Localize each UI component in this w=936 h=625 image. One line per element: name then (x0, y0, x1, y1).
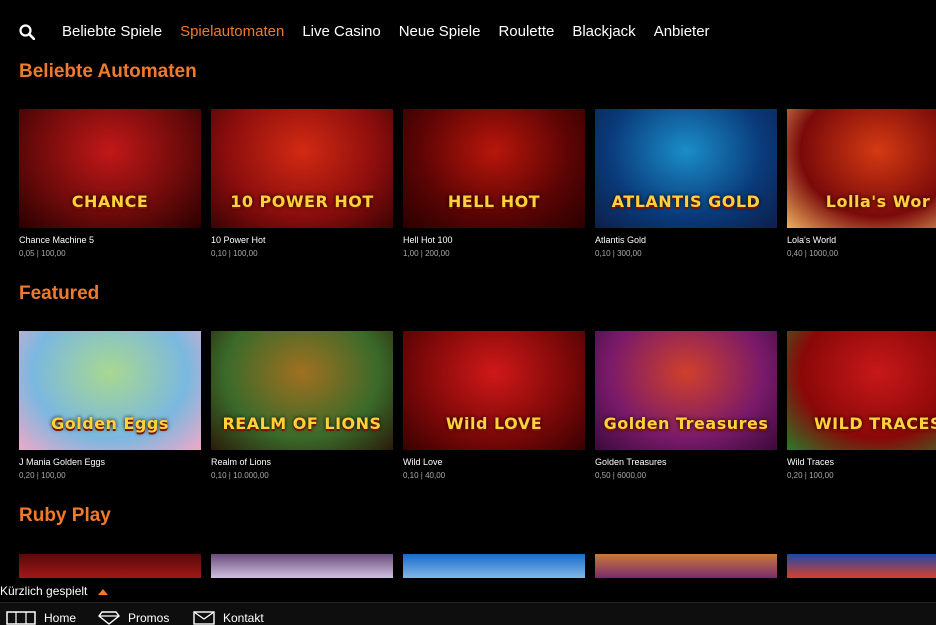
game-logo-text: REALM OF LIONS (222, 414, 382, 433)
game-stake-range: 0,10 | 10.000,00 (211, 471, 269, 480)
game-thumbnail[interactable]: Wild LOVE (403, 331, 585, 450)
envelope-icon (193, 611, 215, 625)
game-logo-text: Golden Eggs (51, 414, 169, 433)
game-name: Wild Love (403, 457, 443, 467)
game-thumbnail[interactable]: ATLANTIS GOLD (595, 109, 777, 228)
nav-menu: Beliebte Spiele Spielautomaten Live Casino… (62, 23, 728, 40)
game-row-ruby-play (19, 554, 936, 578)
game-logo-text: Wild LOVE (445, 414, 543, 433)
nav-item-roulette[interactable]: Roulette (498, 23, 554, 40)
game-thumbnail[interactable] (403, 554, 585, 578)
search-icon[interactable] (19, 24, 35, 40)
game-logo-text: 10 POWER HOT (230, 192, 374, 211)
game-stake-range: 0,10 | 40,00 (403, 471, 446, 480)
section-title-featured: Featured (19, 283, 100, 304)
game-stake-range: 0,50 | 6000,00 (595, 471, 647, 480)
bottom-nav-kontakt[interactable]: Kontakt (193, 611, 264, 625)
game-stake-range: 0,05 | 100,00 (19, 249, 66, 258)
game-stake-range: 0,10 | 100,00 (211, 249, 258, 258)
game-thumbnail[interactable]: Golden Treasures (595, 331, 777, 450)
game-card[interactable]: ATLANTIS GOLD Atlantis Gold 0,10 | 300,00 (595, 109, 777, 258)
game-stake-range: 0,20 | 100,00 (787, 471, 834, 480)
nav-item-spielautomaten[interactable]: Spielautomaten (180, 23, 284, 40)
bottom-navigation: Home Promos Kontakt (0, 602, 936, 625)
section-title-beliebte-automaten: Beliebte Automaten (19, 61, 197, 82)
game-logo-text: Golden Treasures (603, 414, 769, 433)
game-name: Golden Treasures (595, 457, 667, 467)
game-name: Hell Hot 100 (403, 235, 453, 245)
section-title-ruby-play: Ruby Play (19, 505, 111, 526)
game-card[interactable]: HELL HOT Hell Hot 100 1,00 | 200,00 (403, 109, 585, 258)
game-thumbnail[interactable]: WILD TRACES (787, 331, 936, 450)
recently-played-label: Kürzlich gespielt (0, 584, 88, 598)
game-thumbnail[interactable]: CHANCE (19, 109, 201, 228)
game-name: 10 Power Hot (211, 235, 266, 245)
game-name: Lola's World (787, 235, 837, 245)
nav-item-anbieter[interactable]: Anbieter (654, 23, 710, 40)
game-card[interactable]: Wild LOVE Wild Love 0,10 | 40,00 (403, 331, 585, 480)
nav-item-live-casino[interactable]: Live Casino (302, 23, 380, 40)
game-thumbnail[interactable] (595, 554, 777, 578)
game-name: Realm of Lions (211, 457, 272, 467)
slot-machine-icon (6, 611, 36, 625)
game-stake-range: 0,10 | 300,00 (595, 249, 642, 258)
game-card[interactable]: REALM OF LIONS Realm of Lions 0,10 | 10.00… (211, 331, 393, 480)
nav-item-blackjack[interactable]: Blackjack (572, 23, 635, 40)
game-name: Wild Traces (787, 457, 835, 467)
game-logo-text: WILD TRACES (814, 414, 936, 433)
game-name: Chance Machine 5 (19, 235, 95, 245)
game-thumbnail[interactable] (787, 554, 936, 578)
game-logo-text: Lolla's Wor (825, 192, 931, 211)
nav-item-beliebte-spiele[interactable]: Beliebte Spiele (62, 23, 162, 40)
game-card[interactable]: CHANCE Chance Machine 5 0,05 | 100,00 (19, 109, 201, 258)
game-stake-range: 0,20 | 100,00 (19, 471, 66, 480)
game-logo-text: CHANCE (71, 192, 149, 211)
game-name: J Mania Golden Eggs (19, 457, 106, 467)
bottom-nav-kontakt-label: Kontakt (223, 611, 264, 625)
game-row-featured: Golden Eggs J Mania Golden Eggs 0,20 | 100… (19, 331, 936, 480)
game-logo-text: HELL HOT (447, 192, 541, 211)
game-card[interactable]: WILD TRACES Wild Traces 0,20 | 100,00 (787, 331, 936, 480)
top-navigation: Beliebte Spiele Spielautomaten Live Casino… (0, 0, 936, 64)
chevron-up-icon[interactable] (98, 589, 108, 595)
nav-item-neue-spiele[interactable]: Neue Spiele (399, 23, 481, 40)
game-card[interactable]: 10 POWER HOT 10 Power Hot 0,10 | 100,00 (211, 109, 393, 258)
game-row-beliebte-automaten: CHANCE Chance Machine 5 0,05 | 100,00 10 PO… (19, 109, 936, 258)
bottom-nav-home-label: Home (44, 611, 77, 625)
bottom-nav-promos[interactable]: Promos (98, 611, 169, 625)
recently-played-bar[interactable]: Kürzlich gespielt (0, 578, 936, 602)
bottom-nav-home[interactable]: Home (6, 611, 76, 625)
diamond-icon (98, 611, 120, 625)
game-stake-range: 0,40 | 1000,00 (787, 249, 839, 258)
game-thumbnail[interactable]: REALM OF LIONS (211, 331, 393, 450)
game-thumbnail[interactable]: Lolla's Wor (787, 109, 936, 228)
game-card[interactable]: Golden Treasures Golden Treasures 0,50 | 6… (595, 331, 777, 480)
game-name: Atlantis Gold (595, 235, 647, 245)
game-stake-range: 1,00 | 200,00 (403, 249, 450, 258)
game-card[interactable]: Golden Eggs J Mania Golden Eggs 0,20 | 100… (19, 331, 201, 480)
game-logo-text: ATLANTIS GOLD (611, 192, 761, 211)
game-thumbnail[interactable]: Golden Eggs (19, 331, 201, 450)
game-thumbnail[interactable] (211, 554, 393, 578)
game-thumbnail[interactable] (19, 554, 201, 578)
game-thumbnail[interactable]: HELL HOT (403, 109, 585, 228)
bottom-nav-promos-label: Promos (128, 611, 170, 625)
game-thumbnail[interactable]: 10 POWER HOT (211, 109, 393, 228)
game-card[interactable]: Lolla's Wor Lola's World 0,40 | 1000,00 (787, 109, 936, 258)
